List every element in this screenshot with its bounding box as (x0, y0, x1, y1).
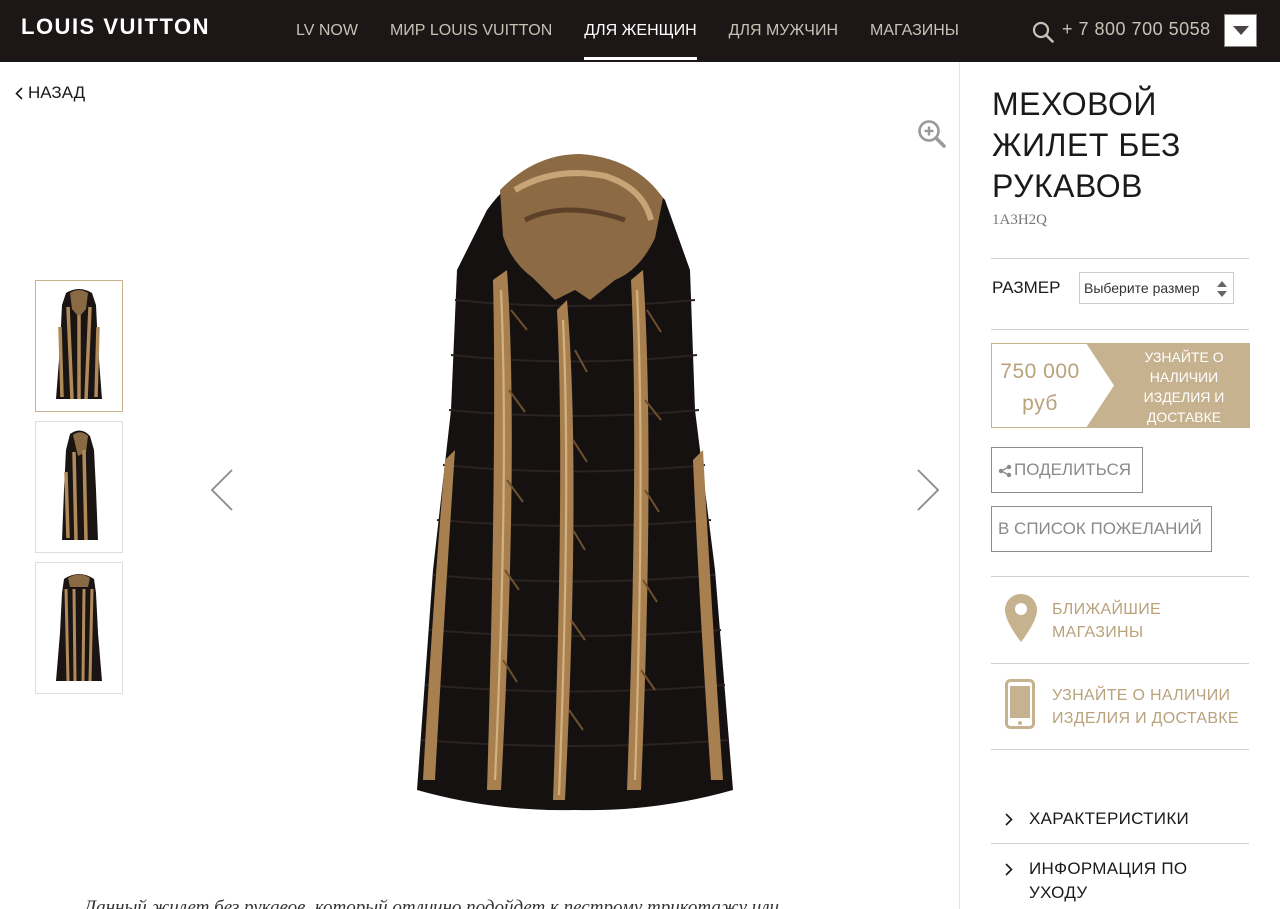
availability-delivery-link[interactable]: УЗНАЙТЕ О НАЛИЧИИ ИЗДЕЛИЯ И ДОСТАВКЕ (991, 679, 1249, 749)
accordion-characteristics[interactable]: ХАРАКТЕРИСТИКИ (991, 807, 1249, 837)
previous-image-arrow[interactable] (208, 466, 236, 514)
accordion-care-info[interactable]: ИНФОРМАЦИЯ ПО УХОДУ (991, 857, 1249, 909)
price-amount: 750 000 (1000, 360, 1080, 383)
map-pin-icon (1005, 594, 1037, 642)
main-nav: LV NOW МИР LOUIS VUITTON ДЛЯ ЖЕНЩИН ДЛЯ … (280, 0, 975, 62)
size-select[interactable]: Выберите размер (1079, 272, 1234, 304)
price-box: 750 000 руб УЗНАЙТЕ О НАЛИЧИИ ИЗДЕЛИЯ И … (991, 343, 1250, 428)
product-code: 1A3H2Q (992, 212, 1047, 228)
accordion-characteristics-label: ХАРАКТЕРИСТИКИ (1029, 809, 1190, 828)
chevron-left-icon (15, 86, 23, 100)
nav-item-women[interactable]: ДЛЯ ЖЕНЩИН (568, 0, 712, 62)
vest-thumbnail-image (56, 574, 102, 682)
add-to-wishlist-button[interactable]: В СПИСОК ПОЖЕЛАНИЙ (991, 506, 1212, 552)
nav-item-world-lv[interactable]: МИР LOUIS VUITTON (374, 0, 568, 62)
vest-thumbnail-image (62, 430, 98, 541)
thumbnail-side[interactable] (35, 421, 123, 553)
availability-delivery-label: УЗНАЙТЕ О НАЛИЧИИ ИЗДЕЛИЯ И ДОСТАВКЕ (1052, 687, 1239, 727)
phone-number[interactable]: + 7 800 700 5058 (1062, 19, 1211, 40)
select-arrows-icon (1217, 281, 1227, 297)
vest-thumbnail-image (56, 289, 102, 400)
next-image-arrow[interactable] (914, 466, 942, 514)
nav-item-stores[interactable]: МАГАЗИНЫ (854, 0, 975, 62)
divider (991, 576, 1249, 577)
nearest-stores-label: БЛИЖАЙШИЕ МАГАЗИНЫ (1052, 601, 1161, 641)
share-button[interactable]: ПОДЕЛИТЬСЯ (991, 447, 1143, 493)
share-icon (998, 464, 1012, 477)
chevron-right-icon (1005, 813, 1013, 826)
thumbnail-front[interactable] (35, 280, 123, 412)
logo[interactable]: LOUIS VUITTON (21, 14, 210, 40)
back-label: НАЗАД (28, 83, 86, 102)
divider (991, 329, 1249, 330)
chevron-right-icon (1005, 863, 1013, 876)
product-title: МЕХОВОЙ ЖИЛЕТ БЕЗ РУКАВОВ (992, 86, 1181, 204)
chevron-down-icon (1233, 26, 1249, 35)
share-label: ПОДЕЛИТЬСЯ (1014, 460, 1132, 479)
divider (991, 749, 1249, 750)
price-value: 750 000 руб (994, 356, 1086, 420)
price-currency: руб (1022, 392, 1058, 415)
divider (991, 258, 1249, 259)
divider (991, 663, 1249, 664)
header-dropdown-button[interactable] (1224, 14, 1257, 47)
size-select-value: Выберите размер (1084, 280, 1200, 296)
phone-icon (1005, 679, 1035, 729)
search-icon[interactable] (1032, 21, 1054, 43)
top-navigation-bar: LOUIS VUITTON LV NOW МИР LOUIS VUITTON Д… (0, 0, 1280, 62)
nav-item-lv-now[interactable]: LV NOW (280, 0, 374, 62)
accordion-care-info-label: ИНФОРМАЦИЯ ПО УХОДУ (1029, 859, 1188, 902)
size-label: РАЗМЕР (992, 278, 1061, 297)
zoom-in-icon[interactable] (917, 119, 947, 149)
product-details-panel: МЕХОВОЙ ЖИЛЕТ БЕЗ РУКАВОВ 1A3H2Q РАЗМЕР … (959, 62, 1280, 909)
back-link[interactable]: НАЗАД (15, 83, 85, 103)
thumbnail-back[interactable] (35, 562, 123, 694)
nav-item-men[interactable]: ДЛЯ МУЖЧИН (713, 0, 854, 62)
product-description: Данный жилет без рукавов, который отличн… (84, 897, 780, 909)
nearest-stores-link[interactable]: БЛИЖАЙШИЕ МАГАЗИНЫ (991, 592, 1249, 662)
divider (991, 843, 1249, 844)
availability-cta-button[interactable]: УЗНАЙТЕ О НАЛИЧИИ ИЗДЕЛИЯ И ДОСТАВКЕ (1086, 343, 1250, 428)
availability-cta-label: УЗНАЙТЕ О НАЛИЧИИ ИЗДЕЛИЯ И ДОСТАВКЕ (1143, 349, 1225, 425)
product-main-image (417, 154, 733, 811)
